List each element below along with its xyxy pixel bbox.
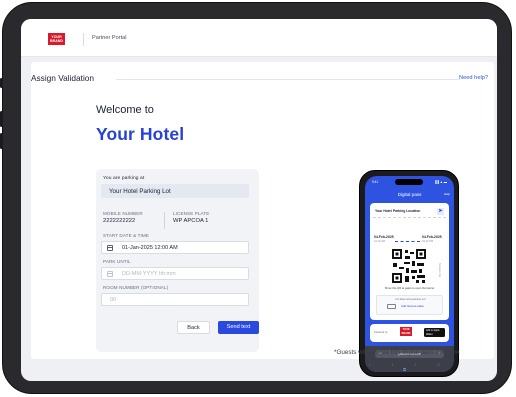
qr-instruction: Show this QR at gates to open the barrie… xyxy=(384,287,435,290)
send-text-button[interactable]: Send text xyxy=(218,321,259,334)
tablet-volume-down xyxy=(0,133,3,149)
license-plate-icon xyxy=(387,304,396,309)
digital-pass-card: Your Hotel Parking Location ➤ 04-Feb-202… xyxy=(370,203,449,320)
add-plate-box: For faster and seamless exit Add license… xyxy=(376,295,443,315)
pass-footer: Powered by YOUR BRAND Add to Apple Walle… xyxy=(370,324,449,342)
faster-exit-text: For faster and seamless exit xyxy=(395,298,426,301)
parking-label: You are parking at xyxy=(103,176,145,181)
phone-help-link[interactable]: Help xyxy=(444,192,450,196)
status-time: 9:41 xyxy=(372,180,379,184)
status-icons: ▐▐ ▲ ▬ xyxy=(434,180,447,184)
start-date-input[interactable]: 01-Jan-2025 12:00 AM xyxy=(101,241,249,254)
pass-end-time: 04:10 PM xyxy=(422,240,434,243)
sample-side-label: Sample only xyxy=(438,263,441,278)
park-until-input[interactable]: DD-MM-YYYY hh:mm xyxy=(101,267,249,280)
room-number-input[interactable]: 00 xyxy=(101,293,249,306)
page-title: Assign Validation xyxy=(31,73,95,83)
phone-screen: 9:41 ▐▐ ▲ ▬ Digital pass Help Your Hotel… xyxy=(365,176,454,372)
qr-code xyxy=(392,249,426,283)
room-label: ROOM NUMBER (OPTIONAL) xyxy=(103,285,169,290)
tablet-volume-up xyxy=(0,111,3,127)
pass-date-arrow xyxy=(395,241,420,242)
calendar-icon xyxy=(107,245,113,251)
brand-logo[interactable]: YOUR BRAND xyxy=(48,33,65,45)
dynamic-island xyxy=(395,179,423,185)
pass-start-time: 10:10 AM xyxy=(374,240,385,243)
powered-by-label: Powered by xyxy=(374,331,388,334)
top-bar: YOUR BRAND Partner Portal xyxy=(21,19,497,57)
start-label: START DATE & TIME xyxy=(103,233,149,238)
pass-end-date: 04-Feb-2025 xyxy=(422,235,442,239)
phone-mockup: 9:41 ▐▐ ▲ ▬ Digital pass Help Your Hotel… xyxy=(359,170,459,377)
browser-nav-icons[interactable]: ‹ › ↑ □ ⧉ xyxy=(365,362,454,372)
back-button[interactable]: Back xyxy=(177,321,210,334)
calendar-icon xyxy=(107,271,113,277)
guests-note: *Guests will receive this digital pass o… xyxy=(334,349,460,356)
validation-form: You are parking at Your Hotel Parking Lo… xyxy=(96,169,259,352)
field-separator xyxy=(164,212,165,229)
plate-value: WP APCOA 1 xyxy=(173,218,209,224)
mobile-label: MOBILE NUMBER xyxy=(103,211,143,216)
need-help-link[interactable]: Need help? xyxy=(459,75,488,81)
title-divider xyxy=(116,79,460,80)
hotel-name: Your Hotel xyxy=(96,124,185,144)
apple-wallet-button[interactable]: Add to Apple Wallet xyxy=(424,328,445,337)
tablet-frame: YOUR BRAND Partner Portal Assign Validat… xyxy=(0,2,512,394)
mobile-value: 2222222222 xyxy=(103,218,136,224)
navigate-icon[interactable]: ➤ xyxy=(437,208,444,215)
tablet-side-button xyxy=(0,78,3,88)
digital-pass-title: Digital pass xyxy=(397,192,422,197)
add-license-plate-link[interactable]: Add license plate xyxy=(401,304,424,308)
start-date-value: 01-Jan-2025 12:00 AM xyxy=(122,245,178,251)
main-card: Assign Validation Need help? Welcome to … xyxy=(31,62,494,377)
plate-label: LICENSE PLATE xyxy=(173,211,210,216)
portal-title: Partner Portal xyxy=(92,35,127,41)
parking-lot-field: Your Hotel Parking Lot xyxy=(101,184,249,198)
park-until-placeholder: DD-MM-YYYY hh:mm xyxy=(122,271,176,277)
tablet-screen: YOUR BRAND Partner Portal Assign Validat… xyxy=(21,19,497,381)
header-divider xyxy=(83,33,84,46)
until-label: PARK UNTIL xyxy=(103,259,131,264)
pass-start-date: 04-Feb-2025 xyxy=(374,235,394,239)
room-placeholder: 00 xyxy=(110,297,117,303)
pass-location-name: Your Hotel Parking Location xyxy=(375,209,421,213)
welcome-text: Welcome to xyxy=(96,104,154,116)
pass-location: Your Hotel Parking Location ➤ xyxy=(373,206,446,218)
pass-brand-logo: YOUR BRAND xyxy=(400,327,412,336)
